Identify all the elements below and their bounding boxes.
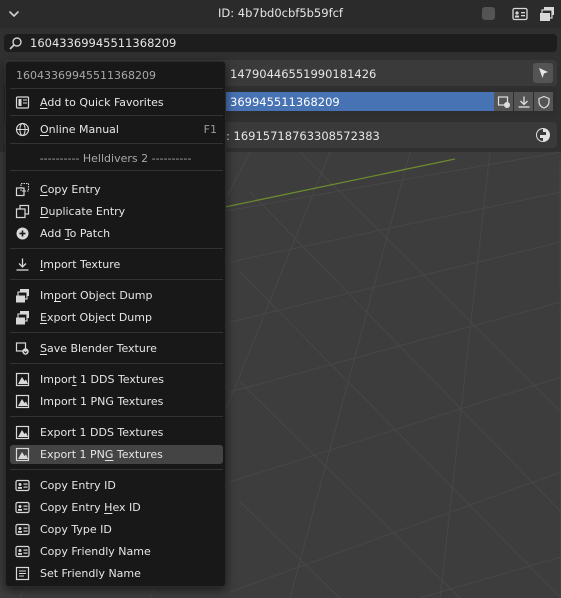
menu-separator	[10, 279, 223, 280]
id-card-icon	[15, 500, 30, 515]
header-checkbox[interactable]	[482, 7, 495, 20]
shield-icon	[537, 95, 550, 109]
object-dump-button[interactable]	[538, 5, 556, 23]
duplicate-icon	[15, 204, 30, 219]
globe-icon	[15, 122, 30, 137]
editor-header: ID: 4b7bd0cbf5b59fcf	[0, 0, 561, 28]
menu-item-label: Copy Entry	[40, 183, 101, 196]
select-button[interactable]	[533, 63, 553, 83]
menu-item-save-blender-texture[interactable]: Save Blender Texture	[10, 339, 223, 358]
image-icon	[15, 447, 30, 462]
menu-item-label: Add To Patch	[40, 227, 111, 240]
menu-separator	[10, 363, 223, 364]
menu-item-online-manual[interactable]: Online Manual F1	[10, 120, 223, 139]
image-icon	[15, 372, 30, 387]
menu-item-duplicate-entry[interactable]: Duplicate Entry	[10, 202, 223, 221]
save-texture-icon	[497, 95, 510, 108]
object-dump-icon	[15, 288, 30, 303]
menu-item-label: Export Object Dump	[40, 311, 152, 324]
menu-item-export-png-textures[interactable]: Export 1 PNG Textures	[10, 445, 223, 464]
save-texture-button[interactable]	[494, 92, 513, 111]
shield-button[interactable]	[534, 92, 553, 111]
menu-item-import-texture[interactable]: Import Texture	[10, 255, 223, 274]
menu-item-copy-type-id[interactable]: Copy Type ID	[10, 520, 223, 539]
menu-item-label: Duplicate Entry	[40, 205, 126, 218]
menu-item-label: Import 1 DDS Textures	[40, 373, 164, 386]
menu-section-header: ---------- Helldivers 2 ----------	[39, 152, 192, 165]
menu-item-label: Online Manual	[40, 123, 119, 136]
type-row-text: 14790446551990181426	[230, 67, 377, 81]
id-card-button[interactable]	[511, 5, 529, 23]
import-button[interactable]	[514, 92, 533, 111]
menu-item-label: Import 1 PNG Textures	[40, 395, 164, 408]
search-input[interactable]: 16043369945511368209	[30, 36, 176, 50]
image-icon	[15, 425, 30, 440]
quick-favorites-icon	[15, 95, 30, 110]
menu-separator	[10, 170, 223, 171]
menu-item-export-dds-textures[interactable]: Export 1 DDS Textures	[10, 423, 223, 442]
text-lines-icon	[15, 566, 30, 581]
menu-item-label: Import Object Dump	[40, 289, 153, 302]
menu-item-copy-entry-hex-id[interactable]: Copy Entry Hex ID	[10, 498, 223, 517]
menu-item-add-to-quick-favorites[interactable]: Add to Quick Favorites	[10, 93, 223, 112]
menu-item-copy-entry-id[interactable]: Copy Entry ID	[10, 476, 223, 495]
entry-id-field[interactable]: 369945511368209	[226, 92, 494, 111]
menu-item-import-png-textures[interactable]: Import 1 PNG Textures	[10, 392, 223, 411]
menu-item-label: Import Texture	[40, 258, 121, 271]
menu-item-label: Save Blender Texture	[40, 342, 157, 355]
add-circle-icon	[15, 226, 30, 241]
shortcut-hint: F1	[203, 123, 217, 136]
menu-item-import-object-dump[interactable]: Import Object Dump	[10, 286, 223, 305]
menu-separator	[10, 88, 223, 89]
id-card-icon	[15, 544, 30, 559]
menu-separator	[10, 332, 223, 333]
object-dump-icon	[540, 7, 554, 21]
menu-separator	[10, 248, 223, 249]
menu-item-label: Copy Type ID	[40, 523, 112, 536]
id-card-icon	[512, 7, 528, 21]
search-field[interactable]: 16043369945511368209	[4, 34, 557, 52]
copy-entry-icon	[15, 182, 30, 197]
object-dump-icon	[15, 310, 30, 325]
material-sphere-icon[interactable]	[535, 127, 551, 143]
id-card-icon	[15, 522, 30, 537]
menu-item-copy-friendly-name[interactable]: Copy Friendly Name	[10, 542, 223, 561]
menu-item-import-dds-textures[interactable]: Import 1 DDS Textures	[10, 370, 223, 389]
search-icon	[9, 37, 22, 50]
menu-item-label: Copy Entry Hex ID	[40, 501, 141, 514]
cursor-icon	[539, 68, 548, 78]
menu-item-label: Export 1 DDS Textures	[40, 426, 164, 439]
menu-item-label: Set Friendly Name	[40, 567, 141, 580]
id-card-icon	[15, 478, 30, 493]
menu-item-export-object-dump[interactable]: Export Object Dump	[10, 308, 223, 327]
menu-separator	[10, 143, 223, 144]
menu-item-label: Copy Entry ID	[40, 479, 116, 492]
save-texture-icon	[15, 341, 30, 356]
friendly-name-text: : 16915718763308572383	[226, 129, 380, 143]
menu-separator	[10, 469, 223, 470]
menu-item-copy-entry[interactable]: Copy Entry	[10, 180, 223, 199]
menu-item-add-to-patch[interactable]: Add To Patch	[10, 224, 223, 243]
menu-item-label: Export 1 PNG Textures	[40, 448, 163, 461]
import-icon	[518, 96, 529, 108]
menu-item-label: Copy Friendly Name	[40, 545, 151, 558]
entry-id-label: ID: 4b7bd0cbf5b59fcf	[218, 6, 343, 20]
import-icon	[15, 257, 30, 272]
image-icon	[15, 394, 30, 409]
menu-item-set-friendly-name[interactable]: Set Friendly Name	[10, 564, 223, 583]
menu-title: 16043369945511368209	[16, 69, 156, 82]
menu-separator	[10, 115, 223, 116]
menu-separator	[10, 416, 223, 417]
context-menu: 16043369945511368209 Add to Quick Favori…	[5, 61, 226, 587]
menu-item-label: Add to Quick Favorites	[40, 96, 164, 109]
